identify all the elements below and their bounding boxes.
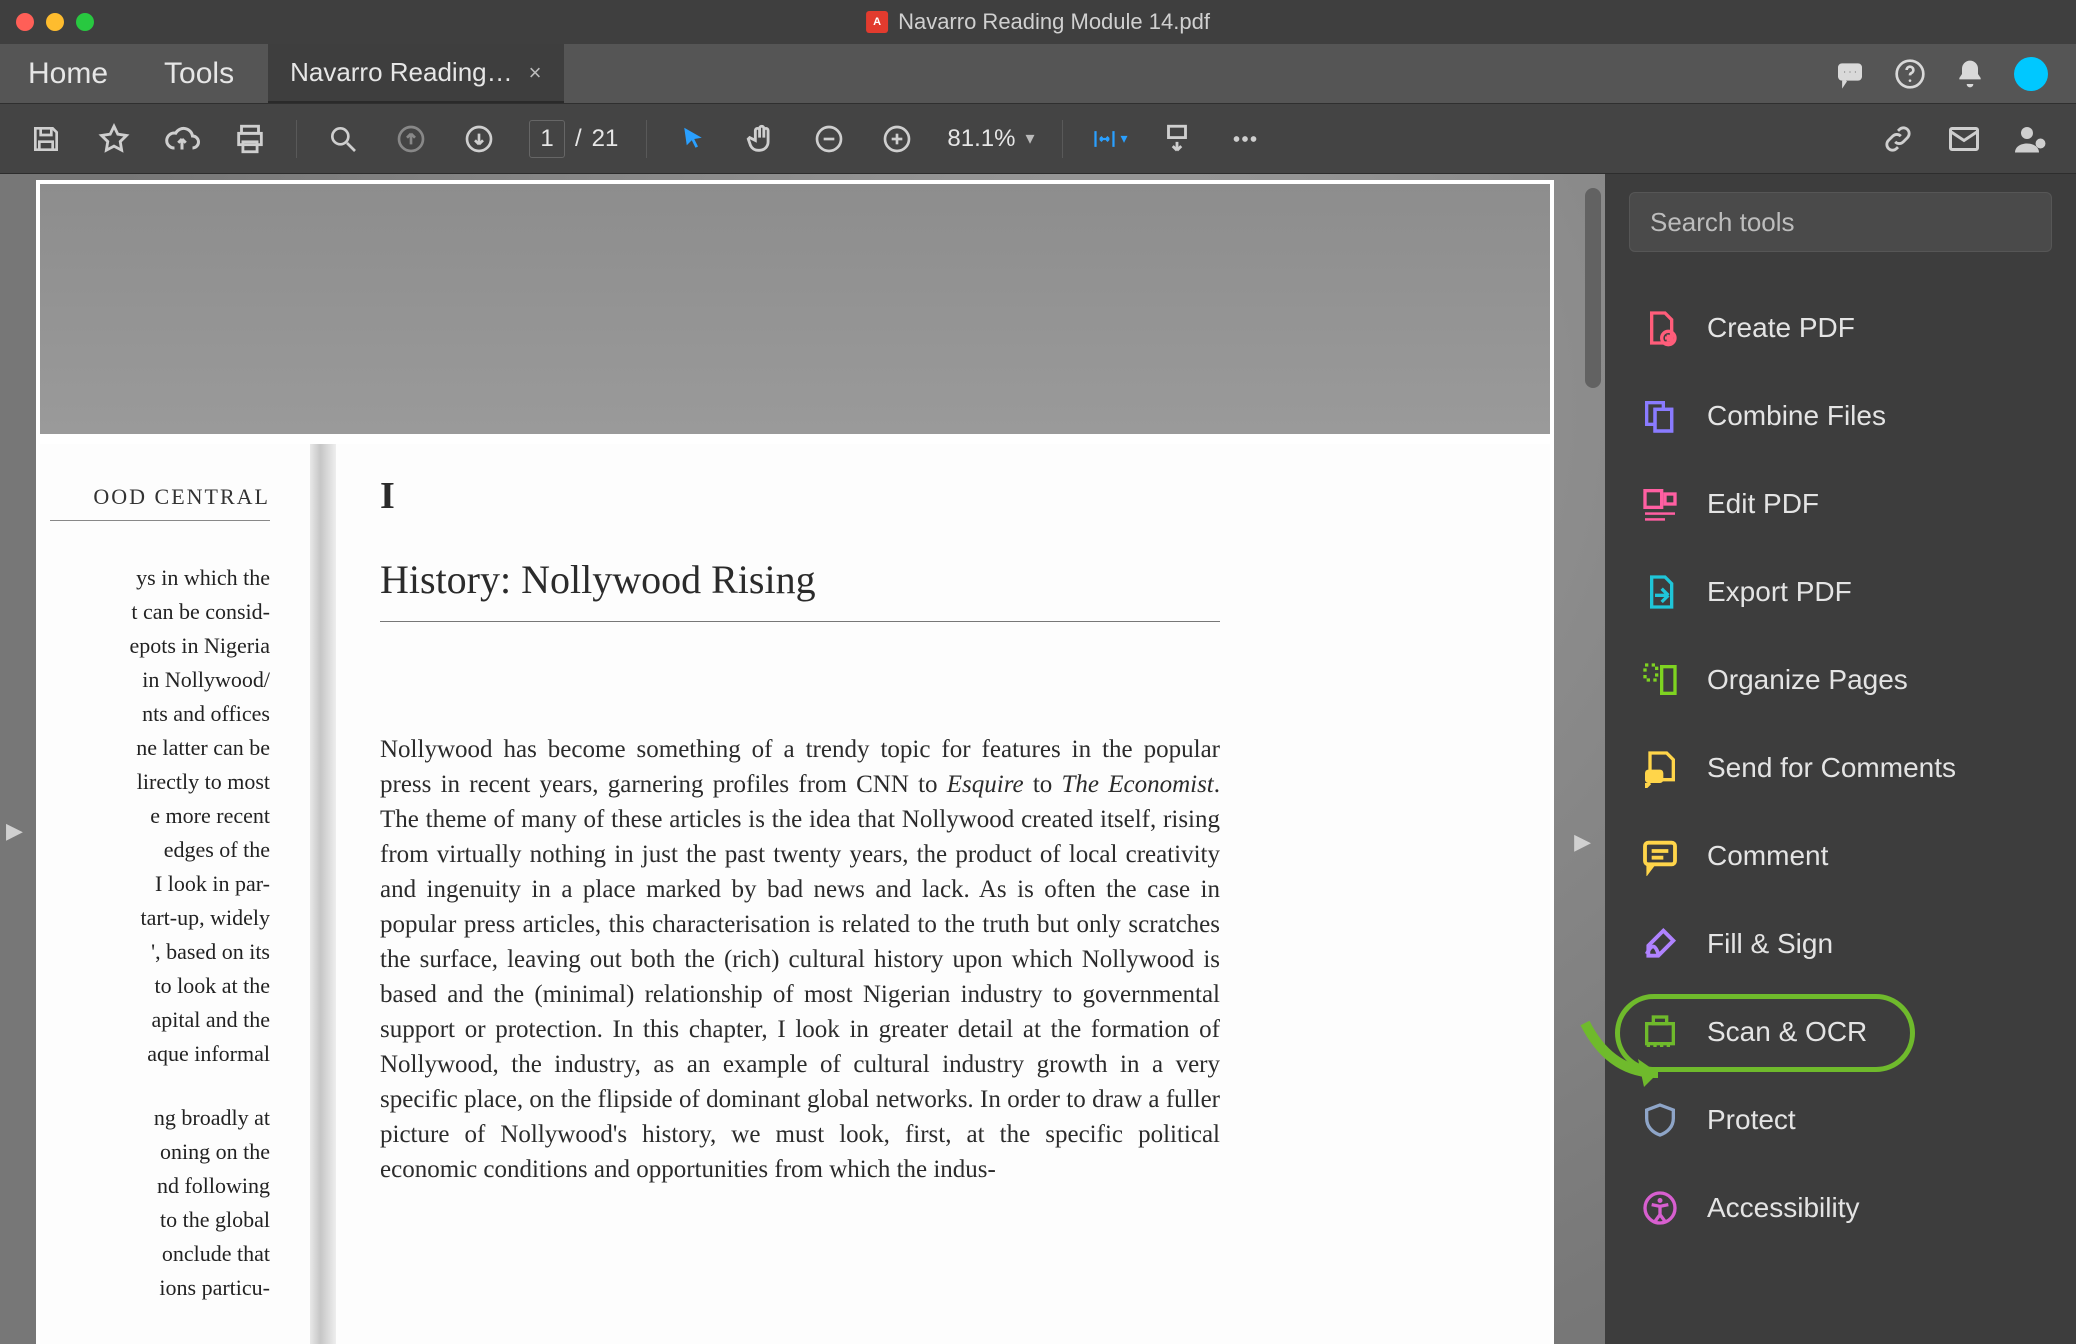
- help-icon[interactable]: [1894, 58, 1926, 90]
- tool-item-scan-ocr[interactable]: Scan & OCR: [1629, 988, 2052, 1076]
- running-header-left: OOD CENTRAL: [50, 484, 270, 521]
- tool-item-fill-sign[interactable]: Fill & Sign: [1629, 900, 2052, 988]
- zoom-out-icon[interactable]: [811, 121, 847, 157]
- document-tabs-bar: Home Tools Navarro Reading… ×: [0, 44, 2076, 104]
- accessibility-icon: [1639, 1187, 1681, 1229]
- total-pages: 21: [592, 125, 619, 153]
- tools-panel: Search tools Create PDF Combine Files Edit…: [1605, 174, 2076, 1344]
- tool-item-create-pdf[interactable]: Create PDF: [1629, 284, 2052, 372]
- prev-page-icon[interactable]: [393, 121, 429, 157]
- edit-pdf-icon: [1639, 483, 1681, 525]
- right-pane-toggle-icon[interactable]: ▶: [1574, 829, 1591, 855]
- zoom-in-icon[interactable]: [879, 121, 915, 157]
- tool-item-label: Accessibility: [1707, 1192, 1859, 1224]
- tool-item-protect[interactable]: Protect: [1629, 1076, 2052, 1164]
- pdf-file-icon: A: [866, 11, 888, 33]
- close-window-button[interactable]: [16, 13, 34, 31]
- tool-item-label: Scan & OCR: [1707, 1016, 1867, 1048]
- tools-tab[interactable]: Tools: [136, 44, 262, 103]
- comment-icon: [1639, 835, 1681, 877]
- tool-item-edit-pdf[interactable]: Edit PDF: [1629, 460, 2052, 548]
- select-tool-icon[interactable]: [675, 121, 711, 157]
- tool-item-label: Send for Comments: [1707, 752, 1956, 784]
- page-display-icon[interactable]: [1159, 121, 1195, 157]
- chevron-down-icon[interactable]: ▾: [1025, 128, 1034, 149]
- home-tab[interactable]: Home: [0, 44, 136, 103]
- page-1: OOD CENTRAL ys in which thet can be cons…: [40, 184, 1550, 1344]
- main-toolbar: 1 / 21 81.1% ▾ ▾: [0, 104, 2076, 174]
- tool-item-accessibility[interactable]: Accessibility: [1629, 1164, 2052, 1252]
- left-pane-toggle-icon[interactable]: ▶: [6, 818, 23, 844]
- tool-item-organize-pages[interactable]: Organize Pages: [1629, 636, 2052, 724]
- find-icon[interactable]: [325, 121, 361, 157]
- search-tools-input[interactable]: Search tools: [1629, 192, 2052, 252]
- export-pdf-icon: [1639, 571, 1681, 613]
- create-pdf-icon: [1639, 307, 1681, 349]
- star-icon[interactable]: [96, 121, 132, 157]
- vertical-scrollbar[interactable]: [1585, 188, 1601, 388]
- cloud-upload-icon[interactable]: [164, 121, 200, 157]
- tool-item-combine-files[interactable]: Combine Files: [1629, 372, 2052, 460]
- tool-item-send-for-comments[interactable]: Send for Comments: [1629, 724, 2052, 812]
- tool-item-label: Export PDF: [1707, 576, 1852, 608]
- organize-pages-icon: [1639, 659, 1681, 701]
- fill-sign-icon: [1639, 923, 1681, 965]
- send-for-comments-icon: [1639, 747, 1681, 789]
- share-link-icon[interactable]: [1880, 121, 1916, 157]
- document-viewport[interactable]: OOD CENTRAL ys in which thet can be cons…: [0, 174, 1605, 1344]
- chat-icon[interactable]: [1834, 58, 1866, 90]
- document-tab-label: Navarro Reading…: [290, 57, 513, 88]
- zoom-window-button[interactable]: [76, 13, 94, 31]
- tool-item-label: Edit PDF: [1707, 488, 1819, 520]
- hand-tool-icon[interactable]: [743, 121, 779, 157]
- window-titlebar: A Navarro Reading Module 14.pdf: [0, 0, 2076, 44]
- chapter-title: History: Nollywood Rising: [380, 556, 1220, 622]
- page-separator: /: [575, 125, 582, 153]
- page-indicator: 1 / 21: [529, 120, 618, 158]
- fit-width-icon[interactable]: ▾: [1091, 121, 1127, 157]
- email-icon[interactable]: [1946, 121, 1982, 157]
- minimize-window-button[interactable]: [46, 13, 64, 31]
- tool-item-comment[interactable]: Comment: [1629, 812, 2052, 900]
- document-tab[interactable]: Navarro Reading… ×: [268, 44, 563, 103]
- more-tools-icon[interactable]: [1227, 121, 1263, 157]
- protect-icon: [1639, 1099, 1681, 1141]
- combine-files-icon: [1639, 395, 1681, 437]
- tool-item-label: Create PDF: [1707, 312, 1855, 344]
- current-page-input[interactable]: 1: [529, 120, 565, 158]
- tool-item-label: Protect: [1707, 1104, 1796, 1136]
- tool-item-label: Fill & Sign: [1707, 928, 1833, 960]
- next-page-icon[interactable]: [461, 121, 497, 157]
- left-page-fragment-2: ng broadly atoning on thend followingto …: [50, 1101, 270, 1305]
- account-avatar[interactable]: [2014, 57, 2048, 91]
- notifications-icon[interactable]: [1954, 58, 1986, 90]
- left-page-fragment-1: ys in which thet can be consid-epots in …: [50, 561, 270, 1071]
- tool-item-label: Combine Files: [1707, 400, 1886, 432]
- tool-item-label: Organize Pages: [1707, 664, 1908, 696]
- print-icon[interactable]: [232, 121, 268, 157]
- save-icon[interactable]: [28, 121, 64, 157]
- window-title: Navarro Reading Module 14.pdf: [898, 9, 1210, 35]
- zoom-level[interactable]: 81.1% ▾: [947, 125, 1034, 153]
- scan-ocr-icon: [1639, 1011, 1681, 1053]
- search-tools-placeholder: Search tools: [1650, 207, 1795, 238]
- chapter-number: I: [380, 474, 1220, 518]
- body-paragraph: Nollywood has become something of a tren…: [380, 732, 1220, 1187]
- tool-item-label: Comment: [1707, 840, 1828, 872]
- tool-item-export-pdf[interactable]: Export PDF: [1629, 548, 2052, 636]
- share-people-icon[interactable]: [2012, 121, 2048, 157]
- close-tab-button[interactable]: ×: [529, 60, 542, 86]
- zoom-value-label: 81.1%: [947, 125, 1015, 153]
- window-controls: [16, 13, 94, 31]
